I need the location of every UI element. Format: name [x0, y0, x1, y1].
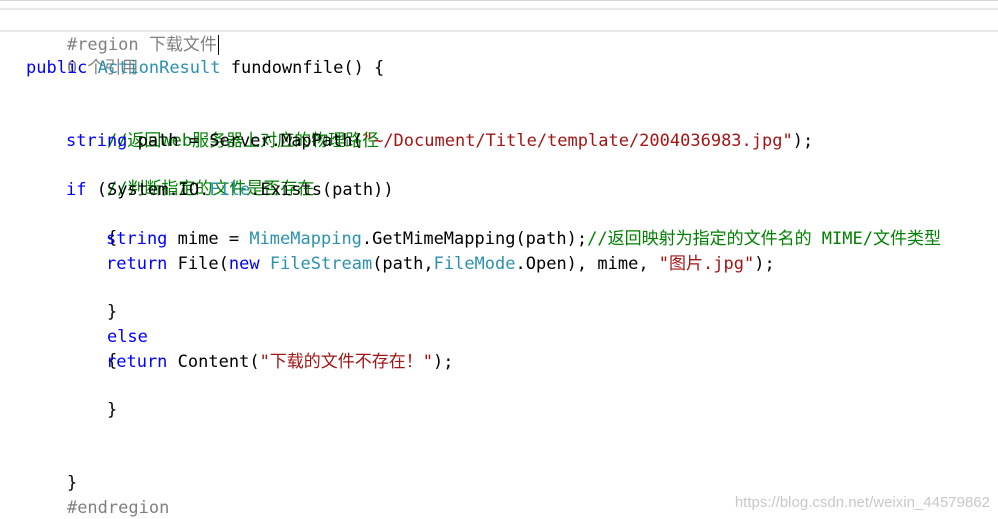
region-end-directive: #endregion: [66, 498, 170, 518]
method-close-line[interactable]: }: [26, 447, 77, 493]
if-keyword: if: [66, 180, 87, 200]
code-editor[interactable]: #region 下载文件 0 个引用 public ActionResult f…: [0, 0, 998, 519]
region-end-line[interactable]: #endregion: [26, 472, 169, 518]
return-keyword: return: [106, 254, 168, 274]
comment-mime-type: //返回映射为指定的文件名的 MIME/文件类型: [587, 229, 941, 249]
region-start-line[interactable]: #region 下载文件: [26, 9, 219, 55]
filemode-open-args: .Open), mime,: [515, 254, 659, 274]
path-declaration-line[interactable]: string path = Server.MapPath("~/Document…: [66, 129, 813, 153]
return-keyword: return: [106, 352, 168, 372]
return-type: ActionResult: [97, 58, 221, 78]
path-statement-end: );: [792, 131, 814, 151]
filestream-type: FileStream: [269, 254, 373, 274]
mime-assignment: mime =: [177, 229, 250, 249]
if-condition-prefix: (System.IO.: [96, 180, 210, 200]
string-keyword: string: [66, 131, 128, 151]
content-statement-end: );: [433, 352, 454, 372]
text-caret: [217, 35, 219, 55]
mime-declaration-line[interactable]: string mime = MimeMapping.GetMimeMapping…: [106, 227, 941, 251]
close-brace: }: [106, 400, 118, 420]
watermark-text: https://blog.csdn.net/weixin_44579862: [734, 494, 990, 511]
image-filename-string: "图片.jpg": [658, 254, 755, 274]
method-signature: fundownfile() {: [230, 58, 385, 78]
not-found-message-string: "下载的文件不存在！": [259, 352, 434, 372]
exists-call: .Exists(path)): [250, 180, 394, 200]
mimemapping-type: MimeMapping: [249, 229, 362, 249]
filemode-type: FileMode: [433, 254, 516, 274]
if-close-brace-line[interactable]: }: [66, 276, 117, 322]
comment-line-2[interactable]: //判断指定的文件是否存在: [66, 153, 314, 199]
content-call: Content(: [177, 352, 260, 372]
new-keyword: new: [228, 254, 260, 274]
path-string-literal: "~/Document/Title/template/2004036983.jp…: [362, 131, 793, 151]
if-open-brace-line[interactable]: {: [66, 202, 117, 248]
else-open-brace-line[interactable]: {: [66, 325, 117, 371]
if-statement-line[interactable]: if (System.IO.File.Exists(path)): [66, 178, 394, 202]
getmimemapping-call: .GetMimeMapping(path);: [361, 229, 588, 249]
else-line[interactable]: else: [66, 301, 148, 347]
comment-line-1[interactable]: //返回Web服务器上对应的物理路径: [66, 105, 379, 151]
file-type: File: [209, 180, 251, 200]
path-assignment: path = Server.MapPath(: [137, 131, 363, 151]
filestream-args: (path,: [372, 254, 434, 274]
else-close-brace-line[interactable]: }: [66, 374, 117, 420]
codelens-line[interactable]: 0 个引用: [26, 32, 138, 78]
method-declaration-line[interactable]: public ActionResult fundownfile() {: [26, 56, 384, 80]
string-keyword: string: [106, 229, 168, 249]
return-content-line[interactable]: return Content("下载的文件不存在！");: [106, 350, 454, 374]
return-statement-end: );: [754, 254, 775, 274]
public-keyword: public: [26, 58, 88, 78]
file-call: File(: [177, 254, 229, 274]
return-file-line[interactable]: return File(new FileStream(path,FileMode…: [106, 252, 775, 276]
